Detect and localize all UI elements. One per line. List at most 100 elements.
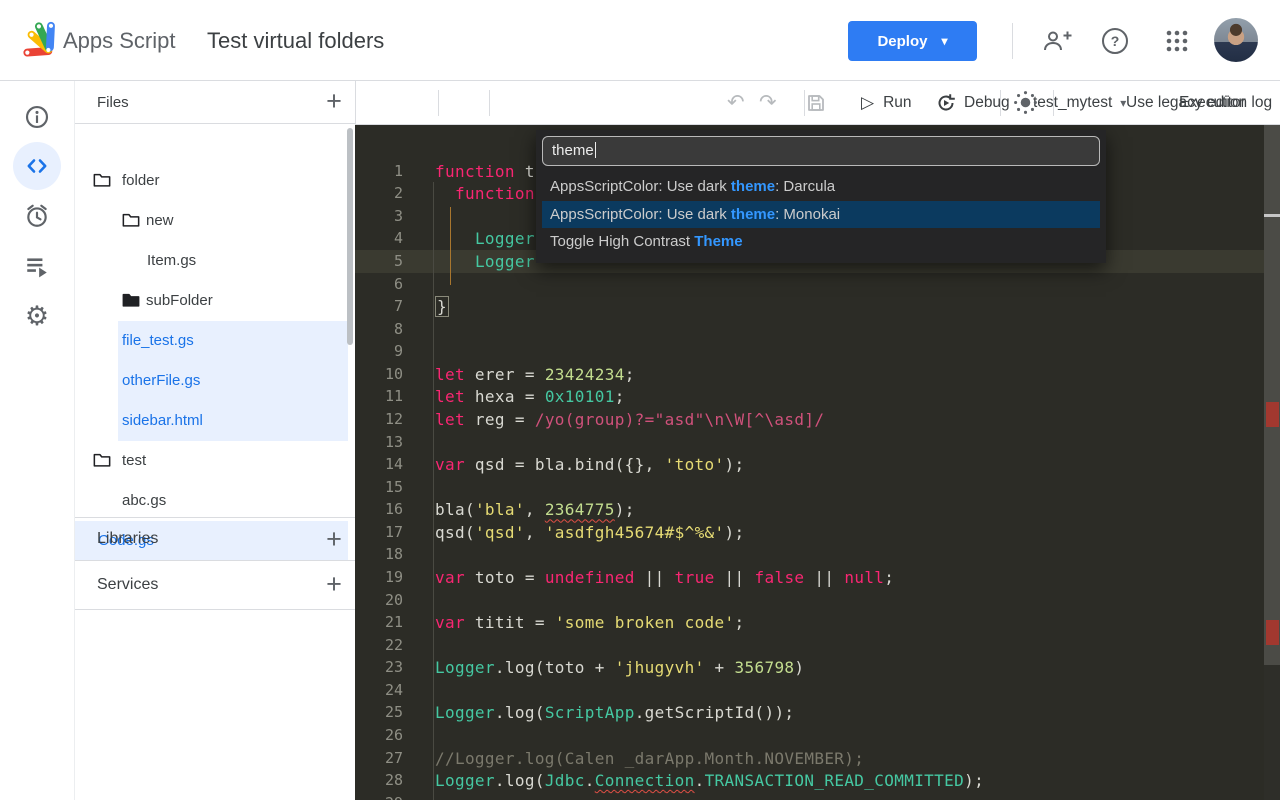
share-add-person-icon[interactable] [1043,26,1073,56]
palette-item[interactable]: Toggle High Contrast Theme [542,228,1100,256]
line-number: 28 [355,769,403,792]
line-number: 20 [355,589,403,612]
tree-folder-subFolder[interactable]: subFolder [75,281,355,321]
toolbar-divider [438,90,439,116]
line-number: 8 [355,318,403,341]
code-line[interactable]: Logger.log(Jdbc.Connection.TRANSACTION_R… [435,769,984,792]
palette-query: theme [552,142,594,159]
code-icon [23,154,51,178]
redo-icon: ↷ [759,92,777,113]
alarm-clock-icon [24,203,50,229]
toolbar-divider [804,90,805,116]
scrollbar-thumb[interactable] [1264,125,1280,665]
code-line[interactable]: var qsd = bla.bind({}, 'toto'); [435,453,744,476]
tree-folder-new[interactable]: new [75,201,355,241]
line-number: 2 [355,182,403,205]
tree-file-file_test.gs[interactable]: file_test.gs [75,321,355,361]
code-line[interactable]: Logger.log(ScriptApp.getScriptId()); [435,701,794,724]
sidebar-item-settings[interactable]: ⚙ [13,292,61,340]
sun-icon [1012,89,1039,116]
sidebar-item-editor[interactable] [13,142,61,190]
code-line[interactable]: var titit = 'some broken code'; [435,611,745,634]
app-name: Apps Script [63,0,176,81]
files-panel-title: Files [97,81,129,124]
libraries-section: Libraries + [75,517,355,561]
line-number: 9 [355,340,403,363]
line-number: 10 [355,363,403,386]
project-title[interactable]: Test virtual folders [207,0,384,81]
indent-guide [433,182,434,800]
tree-file-otherFile.gs[interactable]: otherFile.gs [75,361,355,401]
line-number: 23 [355,656,403,679]
error-mark [1266,402,1279,427]
code-line[interactable]: let hexa = 0x10101; [435,385,625,408]
file-label: folder [122,161,160,201]
editor-toolbar: ↶ ↷ ▷ Run Debug test_mytest ▾ [355,81,1280,125]
add-file-button[interactable]: + [321,81,347,124]
folder-filled-icon [122,292,140,310]
code-line[interactable]: function [435,182,535,205]
code-line[interactable]: let erer = 23424234; [435,363,635,386]
line-number: 13 [355,431,403,454]
line-number: 25 [355,701,403,724]
sidebar-item-overview[interactable] [13,93,61,141]
tree-folder-test[interactable]: test [75,441,355,481]
save-button[interactable] [806,81,826,124]
tree-file-Item.gs[interactable]: Item.gs [75,241,355,281]
code-line[interactable]: Logger [435,227,535,250]
code-line[interactable]: let reg = /yo(group)?="asd"\n\W[^\asd]/ [435,408,824,431]
file-label: test [122,441,146,481]
deploy-button[interactable]: Deploy ▾ [848,21,977,61]
add-service-button[interactable]: + [321,564,347,607]
add-library-button[interactable]: + [321,519,347,562]
code-line[interactable]: Logger.log(toto + 'jhugyvh' + 356798) [435,656,804,679]
user-avatar[interactable] [1214,18,1258,62]
redo-button[interactable]: ↷ [759,81,777,124]
undo-button[interactable]: ↶ [727,81,745,124]
line-number: 24 [355,679,403,702]
code-line[interactable]: } [435,295,449,318]
toolbar-divider [1053,90,1054,116]
code-line[interactable]: bla('bla', 2364775); [435,498,635,521]
code-line[interactable]: Logger [435,250,535,273]
palette-input[interactable]: theme [542,136,1100,166]
line-number: 1 [355,160,403,183]
services-label: Services [97,576,158,594]
run-button[interactable]: ▷ Run [861,81,912,124]
code-line[interactable]: //Logger.log(Calen _darApp.Month.NOVEMBE… [435,747,864,770]
line-number: 4 [355,227,403,250]
line-number: 6 [355,273,403,296]
code-line[interactable]: qsd('qsd', 'asdfgh45674#$^%&'); [435,521,745,544]
google-apps-grid-icon[interactable] [1162,26,1192,56]
theme-toggle-button[interactable] [1012,81,1039,124]
function-selector[interactable]: test_mytest ▾ [1033,81,1126,124]
code-line[interactable]: var toto = undefined || true || false ||… [435,566,894,589]
tree-folder-folder[interactable]: folder [75,161,355,201]
code-editor[interactable]: 1function t2 function34 Logger5 Logger67… [355,125,1280,800]
file-label: sidebar.html [122,401,203,441]
deploy-caret-icon: ▾ [941,34,947,48]
file-label: otherFile.gs [122,361,200,401]
file-label: file_test.gs [122,321,194,361]
code-line[interactable]: function t [435,160,535,183]
palette-item[interactable]: AppsScriptColor: Use dark theme: Darcula [542,173,1100,201]
tree-file-abc.gs[interactable]: abc.gs [75,481,355,521]
help-icon[interactable]: ? [1100,26,1130,56]
folder-open-icon [93,172,111,190]
line-number: 18 [355,543,403,566]
line-number: 29 [355,792,403,800]
line-number: 27 [355,747,403,770]
line-number: 14 [355,453,403,476]
palette-item[interactable]: AppsScriptColor: Use dark theme: Monokai [542,201,1100,229]
use-legacy-editor-button[interactable]: Use legacy editor [1126,81,1246,124]
files-header: Files + [75,81,355,124]
file-label: new [146,201,174,241]
editor-scrollbar[interactable] [1264,125,1280,800]
debug-button[interactable]: Debug [936,81,1010,124]
apps-script-app: Apps Script Test virtual folders Deploy … [0,0,1280,800]
files-scrollbar[interactable] [347,128,353,345]
tree-file-sidebar.html[interactable]: sidebar.html [75,401,355,441]
sidebar-item-executions[interactable] [13,242,61,290]
sidebar-item-triggers[interactable] [13,192,61,240]
libraries-label: Libraries [97,530,158,548]
